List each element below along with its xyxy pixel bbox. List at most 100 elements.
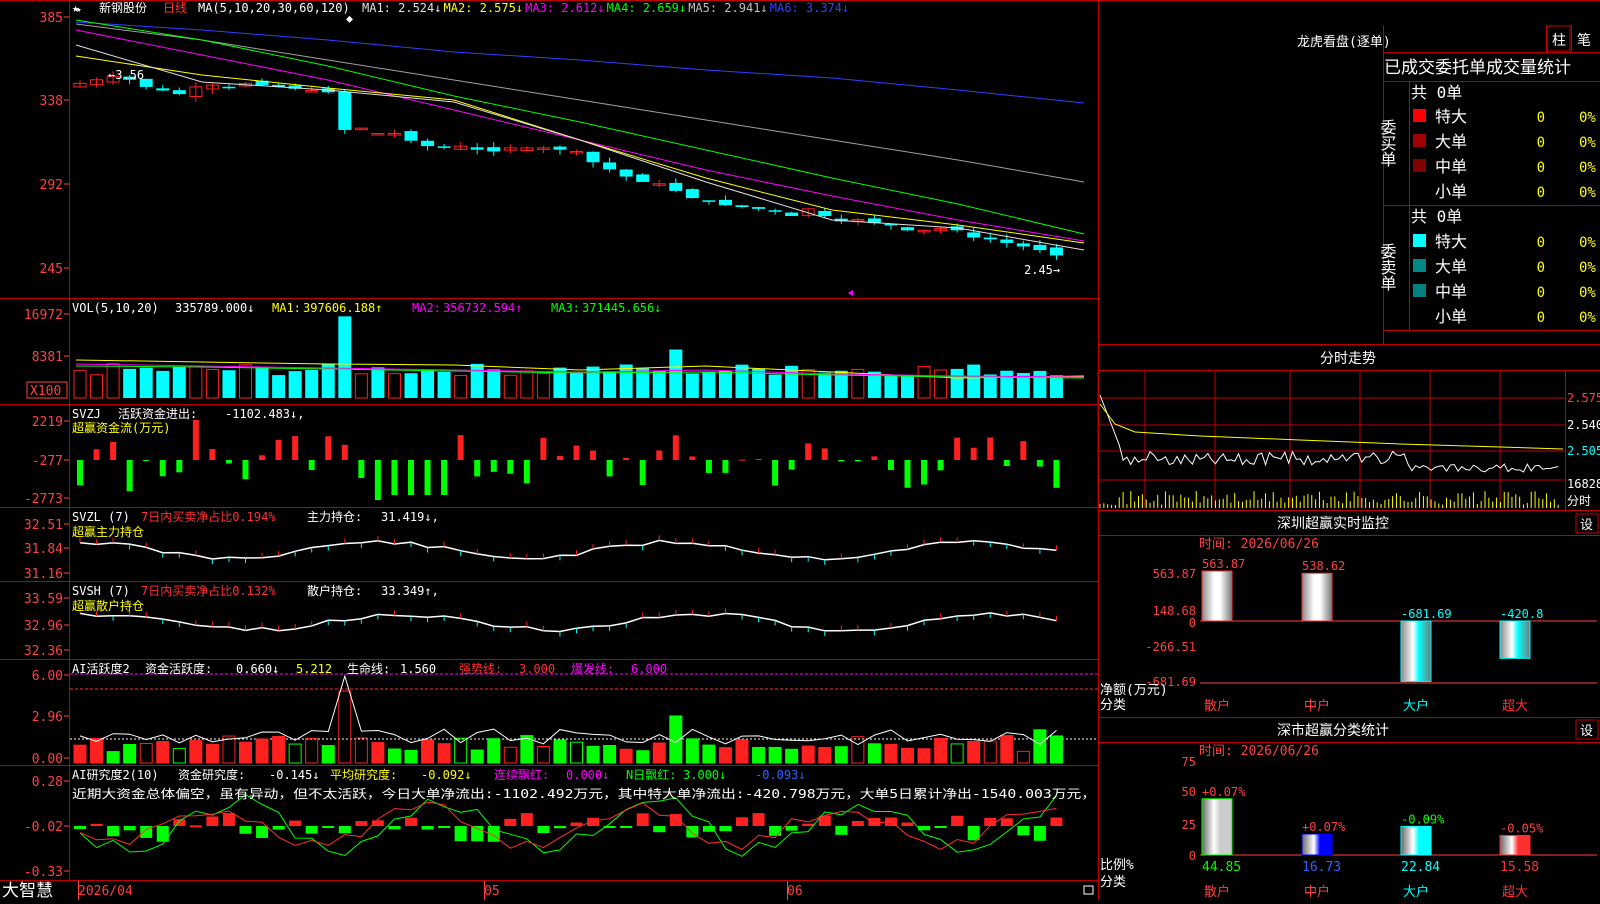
ai2-bar bbox=[189, 825, 202, 828]
class-bar bbox=[1301, 833, 1333, 856]
svzj-bar bbox=[1053, 460, 1060, 488]
ai2-description: 近期大资金总体偏空，虽有异动，但不太活跃，今日大单净流出:-1102.492万元… bbox=[72, 786, 1096, 801]
volume-bar bbox=[371, 367, 385, 398]
ai1-bar bbox=[272, 735, 286, 764]
small-star-icon: ★ bbox=[76, 5, 82, 15]
monitor-bar-value: 563.87 bbox=[1202, 557, 1245, 571]
ai1-strong-label: 强势线: bbox=[459, 662, 502, 676]
monitor-time: 时间: 2026/06/26 bbox=[1199, 537, 1319, 552]
class-bar bbox=[1400, 825, 1432, 856]
ai2-bar bbox=[570, 822, 583, 826]
ai1-bar bbox=[90, 737, 104, 764]
svzj-bar bbox=[275, 439, 282, 460]
stock-name[interactable]: 新钢股份 bbox=[99, 0, 147, 15]
volume-bar bbox=[222, 370, 236, 398]
ma-params[interactable]: MA(5,10,20,30,60,120) bbox=[198, 1, 350, 15]
sell-orders-label: 委卖单 bbox=[1378, 243, 1397, 291]
svzj-tick: -277 bbox=[32, 454, 63, 469]
svzj-bar bbox=[672, 435, 679, 460]
class-bar-change: -0.09% bbox=[1401, 812, 1445, 826]
volume-bar bbox=[470, 363, 484, 398]
monitor-tick: 0 bbox=[1189, 616, 1196, 630]
svzj-bar bbox=[904, 460, 911, 488]
ai2-bar bbox=[504, 818, 517, 826]
ai1-bars bbox=[73, 690, 1063, 764]
svzj-tick: 2219 bbox=[32, 415, 63, 430]
class-bar-change: +0.07% bbox=[1202, 785, 1246, 799]
price-axis: 385 338 292 245 bbox=[40, 11, 63, 277]
class-tick: 0 bbox=[1189, 849, 1196, 863]
svsh-subtitle: 超赢散户持仓 bbox=[72, 598, 144, 613]
sell-color-swatch bbox=[1413, 259, 1426, 272]
vol-ma3-label: MA3: bbox=[551, 301, 580, 315]
svzj-bar bbox=[540, 437, 547, 460]
date-tick: 05 bbox=[484, 884, 500, 899]
ai1-bar bbox=[619, 748, 633, 764]
ai2-bar bbox=[1000, 818, 1013, 826]
buy-row-value: 0 bbox=[1537, 135, 1545, 151]
class-settings-label[interactable]: 设 bbox=[1580, 724, 1593, 739]
ai2-bar bbox=[984, 817, 997, 826]
svzj-bar bbox=[656, 450, 663, 460]
svzj-bar bbox=[441, 460, 448, 495]
volume-bar bbox=[288, 371, 302, 398]
monitor-settings-label[interactable]: 设 bbox=[1580, 518, 1593, 533]
sell-total: 共 0单 bbox=[1411, 207, 1462, 226]
class-bar-value: 22.84 bbox=[1401, 860, 1440, 875]
intraday-tick: 2.575 bbox=[1567, 391, 1600, 405]
monitor-title: 深圳超赢实时监控 bbox=[1277, 515, 1389, 532]
ai1-strong-value: 3.000 bbox=[519, 662, 555, 676]
ai1-bar bbox=[387, 748, 401, 764]
tab-bar-label[interactable]: 柱 bbox=[1552, 33, 1566, 49]
class-title: 深市超赢分类统计 bbox=[1277, 722, 1389, 739]
class-tick: 75 bbox=[1182, 755, 1196, 769]
svzj-bar bbox=[159, 460, 166, 477]
lock-icon[interactable] bbox=[1083, 885, 1094, 895]
svsh-line bbox=[79, 612, 1057, 633]
ai2-bar bbox=[868, 817, 881, 826]
class-tick: 25 bbox=[1182, 818, 1196, 832]
buy-color-swatch bbox=[1413, 159, 1426, 172]
intraday-tick: 2.540 bbox=[1567, 418, 1600, 432]
ai2-bar bbox=[520, 813, 533, 826]
svzj-bar bbox=[507, 460, 514, 474]
ai2-bar bbox=[901, 822, 914, 826]
price-tick: 338 bbox=[40, 94, 63, 109]
ai1-bar bbox=[934, 737, 948, 764]
volume-bar bbox=[934, 369, 948, 399]
svzj-axis: 2219 -277 -2773 bbox=[24, 415, 63, 507]
ai2-bar bbox=[123, 826, 136, 831]
vol-ma3-value: 371445.656↓ bbox=[582, 301, 661, 315]
ai1-tick: 0.00 bbox=[32, 752, 63, 767]
ai2-avg-value: -0.092↓ bbox=[421, 768, 472, 782]
volume-bar bbox=[768, 374, 782, 398]
intraday-price-line bbox=[1099, 394, 1559, 473]
ai1-bar bbox=[305, 737, 319, 764]
sell-row-name: 特大 bbox=[1435, 232, 1467, 251]
ai2-bar bbox=[1033, 826, 1046, 841]
volume-bar bbox=[487, 369, 501, 398]
class-bar bbox=[1499, 834, 1531, 856]
svzj-bar bbox=[705, 460, 712, 473]
candle-body bbox=[338, 91, 352, 130]
candles bbox=[73, 71, 1063, 260]
svzj-bar bbox=[308, 460, 315, 471]
volume-bar bbox=[404, 373, 418, 398]
volume-bar bbox=[421, 369, 435, 398]
ai1-bar bbox=[834, 746, 848, 764]
volume-bar bbox=[520, 370, 534, 399]
ai1-bar bbox=[636, 750, 650, 764]
class-bar-change: +0.07% bbox=[1302, 820, 1346, 834]
candle-body bbox=[222, 86, 236, 89]
monitor-tick: -266.51 bbox=[1145, 640, 1196, 654]
period-label[interactable]: 日线 bbox=[163, 1, 187, 15]
candle-body bbox=[1000, 239, 1014, 243]
volume-bar bbox=[536, 372, 550, 399]
monitor-bar-value: 538.62 bbox=[1302, 559, 1345, 573]
main-canvas[interactable]: 563.87 散户 538.62 中户 -681.69 大户 -420.8 超大 +0.07% 4… bbox=[0, 0, 1600, 901]
tab-stroke-label[interactable]: 笔 bbox=[1577, 33, 1591, 49]
ai2-axis: 0.28 -0.02 -0.33 bbox=[24, 775, 63, 880]
ai2-bar bbox=[272, 826, 285, 830]
ai2-bar bbox=[537, 826, 550, 834]
volume-bar bbox=[90, 374, 104, 399]
